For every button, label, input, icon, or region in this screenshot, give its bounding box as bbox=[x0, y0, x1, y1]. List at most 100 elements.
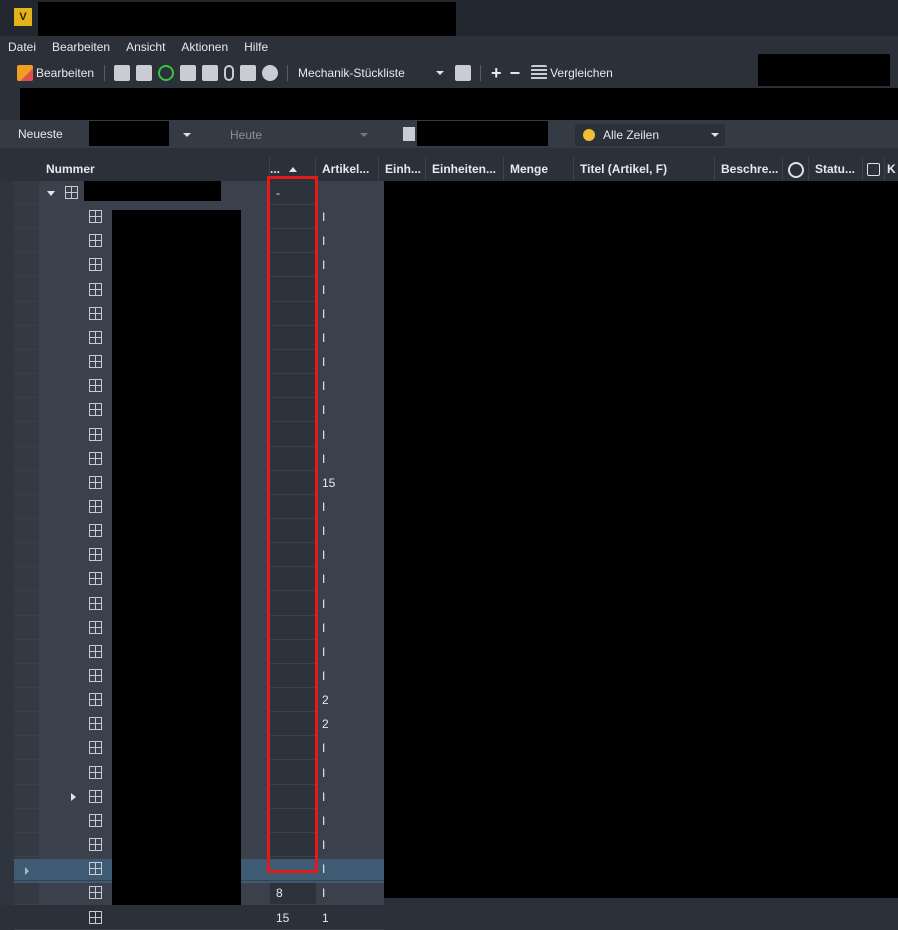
collapse-icon[interactable] bbox=[71, 793, 76, 801]
newest-redaction bbox=[89, 121, 169, 146]
date-dropdown[interactable]: Heute bbox=[226, 124, 374, 146]
menu-aktionen[interactable]: Aktionen bbox=[173, 40, 236, 54]
assembly-icon bbox=[89, 331, 102, 344]
sort-ascending-icon bbox=[289, 167, 298, 173]
assembly-icon bbox=[89, 814, 102, 827]
menu-bearbeiten[interactable]: Bearbeiten bbox=[44, 40, 118, 54]
assembly-icon bbox=[89, 645, 102, 658]
assembly-icon bbox=[89, 717, 102, 730]
col-artikel[interactable]: Artikel... bbox=[316, 157, 379, 181]
assembly-icon bbox=[89, 500, 102, 513]
toolbar-separator bbox=[480, 65, 482, 81]
bom-view-label: Mechanik-Stückliste bbox=[298, 66, 405, 80]
article-cell bbox=[322, 181, 382, 205]
compare-button[interactable]: Vergleichen bbox=[524, 62, 617, 84]
toolbar-separator bbox=[104, 65, 106, 81]
export-icon[interactable] bbox=[136, 65, 153, 81]
article-cell: 2 bbox=[322, 693, 329, 707]
sort-cell: 15 bbox=[276, 911, 290, 925]
edit-button[interactable]: Bearbeiten bbox=[10, 62, 98, 84]
assembly-icon bbox=[89, 379, 102, 392]
assembly-icon bbox=[89, 548, 102, 561]
article-cell: I bbox=[322, 741, 326, 755]
article-cell: I bbox=[322, 403, 326, 417]
print-preview-icon[interactable] bbox=[202, 65, 219, 81]
assembly-icon bbox=[89, 283, 102, 296]
col-nummer[interactable]: Nummer bbox=[40, 157, 270, 181]
assembly-icon bbox=[89, 476, 102, 489]
structure-redaction bbox=[417, 121, 548, 146]
title-redaction bbox=[38, 2, 456, 36]
col-titel[interactable]: Titel (Artikel, F) bbox=[574, 157, 715, 181]
assembly-icon bbox=[89, 766, 102, 779]
attachment-icon[interactable] bbox=[224, 65, 235, 81]
chevron-down-icon bbox=[436, 71, 445, 75]
article-cell: I bbox=[322, 766, 326, 780]
save-icon[interactable] bbox=[240, 65, 257, 81]
menu-ansicht[interactable]: Ansicht bbox=[118, 40, 173, 54]
article-cell: I bbox=[322, 500, 326, 514]
expand-icon[interactable] bbox=[47, 191, 55, 196]
assembly-icon bbox=[89, 524, 102, 537]
menu-hilfe[interactable]: Hilfe bbox=[236, 40, 276, 54]
article-cell: I bbox=[322, 814, 326, 828]
assembly-icon bbox=[89, 862, 102, 875]
article-cell: I bbox=[322, 210, 326, 224]
article-cell: I bbox=[322, 307, 326, 321]
add-icon[interactable]: + bbox=[487, 62, 506, 84]
lightbulb-icon bbox=[583, 129, 595, 141]
col-menge[interactable]: Menge bbox=[504, 157, 574, 181]
assembly-icon bbox=[89, 886, 102, 899]
assembly-icon bbox=[89, 693, 102, 706]
article-cell: I bbox=[322, 838, 326, 852]
app-icon[interactable]: V bbox=[14, 8, 32, 26]
bom-view-dropdown[interactable]: Mechanik-Stückliste bbox=[294, 62, 452, 84]
col-einheit[interactable]: Einh... bbox=[379, 157, 426, 181]
assembly-icon bbox=[89, 428, 102, 441]
copy-icon[interactable] bbox=[114, 65, 131, 81]
print-icon[interactable] bbox=[180, 65, 197, 81]
col-k[interactable]: K bbox=[885, 157, 898, 181]
article-cell: I bbox=[322, 548, 326, 562]
col-status[interactable]: Statu... bbox=[809, 157, 863, 181]
col-sort-label: ... bbox=[270, 162, 281, 176]
col-checkbox[interactable] bbox=[863, 157, 885, 181]
assembly-icon bbox=[89, 403, 102, 416]
assembly-icon bbox=[89, 741, 102, 754]
newest-dropdown[interactable] bbox=[169, 124, 197, 146]
table-row[interactable] bbox=[0, 906, 898, 930]
assembly-icon bbox=[89, 210, 102, 223]
assembly-icon bbox=[89, 838, 102, 851]
article-cell: I bbox=[322, 790, 326, 804]
col-beschreibung[interactable]: Beschre... bbox=[715, 157, 783, 181]
article-cell: I bbox=[322, 669, 326, 683]
assembly-icon bbox=[89, 452, 102, 465]
article-cell: I bbox=[322, 258, 326, 272]
help-icon[interactable] bbox=[262, 65, 279, 81]
compare-icon bbox=[531, 65, 548, 81]
article-cell: I bbox=[322, 234, 326, 248]
col-cycle-icon[interactable] bbox=[783, 157, 809, 181]
remove-icon[interactable]: − bbox=[506, 62, 525, 84]
article-cell: I bbox=[322, 428, 326, 442]
article-cell: I bbox=[322, 597, 326, 611]
toolbar-separator bbox=[287, 65, 289, 81]
assembly-icon bbox=[89, 790, 102, 803]
toolbar-redaction bbox=[758, 54, 890, 86]
rows-filter-label: Alle Zeilen bbox=[603, 128, 660, 142]
article-cell: I bbox=[322, 331, 326, 345]
menu-datei[interactable]: Datei bbox=[0, 40, 44, 54]
compare-label: Vergleichen bbox=[550, 66, 613, 80]
structure-icon[interactable] bbox=[403, 127, 415, 141]
search-settings-icon[interactable] bbox=[455, 65, 472, 81]
article-cell: I bbox=[322, 452, 326, 466]
col-einheiten[interactable]: Einheiten... bbox=[426, 157, 504, 181]
refresh-icon[interactable] bbox=[158, 65, 175, 81]
newest-label: Neueste bbox=[18, 127, 63, 141]
rows-filter-dropdown[interactable]: Alle Zeilen bbox=[575, 124, 725, 146]
assembly-icon bbox=[89, 234, 102, 247]
chevron-down-icon bbox=[183, 133, 191, 137]
path-redaction bbox=[20, 88, 898, 120]
highlight-box bbox=[267, 176, 318, 873]
edit-label: Bearbeiten bbox=[36, 66, 95, 80]
